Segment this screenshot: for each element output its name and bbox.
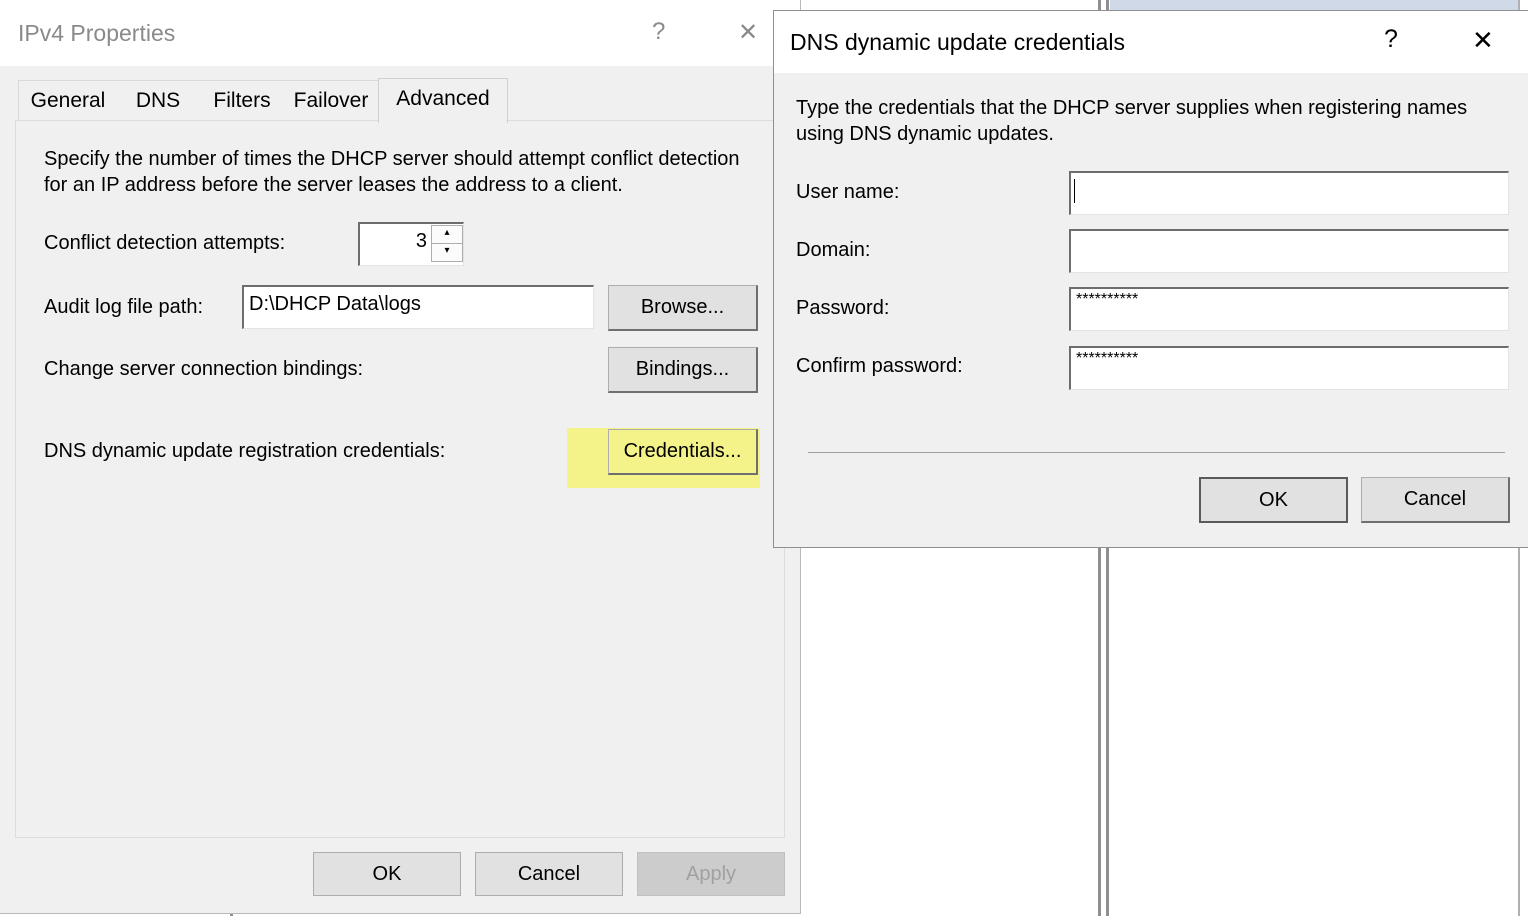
username-input[interactable] (1069, 171, 1509, 215)
text-caret (1074, 179, 1075, 203)
help-icon[interactable]: ? (1384, 25, 1398, 54)
close-icon[interactable]: ✕ (738, 18, 758, 47)
cancel-button[interactable]: Cancel (475, 852, 623, 896)
conflict-detection-label: Conflict detection attempts: (44, 232, 286, 254)
credentials-button[interactable]: Credentials... (608, 429, 758, 475)
audit-log-label: Audit log file path: (44, 296, 203, 318)
credentials-label: DNS dynamic update registration credenti… (44, 440, 446, 462)
ok-button[interactable]: OK (1199, 477, 1348, 523)
spin-up-arrow-icon[interactable]: ▴ (431, 225, 463, 244)
help-icon[interactable]: ? (652, 18, 665, 46)
dialog-title: DNS dynamic update credentials (790, 29, 1125, 55)
password-label: Password: (796, 297, 890, 319)
browse-button[interactable]: Browse... (608, 285, 758, 331)
apply-button[interactable]: Apply (637, 852, 785, 896)
cancel-button[interactable]: Cancel (1361, 477, 1510, 523)
conflict-description: Specify the number of times the DHCP ser… (44, 148, 740, 196)
dialog-title: IPv4 Properties (18, 20, 176, 46)
audit-log-path-input[interactable]: D:\DHCP Data\logs (242, 285, 594, 329)
tab-dns[interactable]: DNS (116, 80, 201, 121)
tab-general[interactable]: General (18, 80, 118, 121)
username-label: User name: (796, 181, 900, 203)
bindings-button[interactable]: Bindings... (608, 347, 758, 393)
domain-input[interactable] (1069, 229, 1509, 273)
tab-advanced[interactable]: Advanced (378, 78, 508, 123)
ok-button[interactable]: OK (313, 852, 461, 896)
close-icon[interactable]: ✕ (1472, 25, 1494, 56)
confirm-password-input[interactable]: ********** (1069, 346, 1509, 390)
spin-down-arrow-icon[interactable]: ▾ (431, 243, 463, 262)
confirm-password-label: Confirm password: (796, 355, 963, 377)
ipv4-properties-dialog: IPv4 Properties ? ✕ General DNS Filters … (0, 0, 801, 914)
credentials-description: Type the credentials that the DHCP serve… (796, 97, 1468, 145)
domain-label: Domain: (796, 239, 871, 261)
conflict-detection-value: 3 (415, 230, 427, 252)
background-header (1110, 0, 1520, 10)
dns-credentials-dialog: DNS dynamic update credentials ? ✕ Type … (773, 10, 1528, 548)
password-input[interactable]: ********** (1069, 287, 1509, 331)
tab-failover[interactable]: Failover (284, 80, 379, 121)
bindings-label: Change server connection bindings: (44, 358, 364, 380)
tab-filters[interactable]: Filters (200, 80, 285, 121)
separator (808, 452, 1505, 453)
